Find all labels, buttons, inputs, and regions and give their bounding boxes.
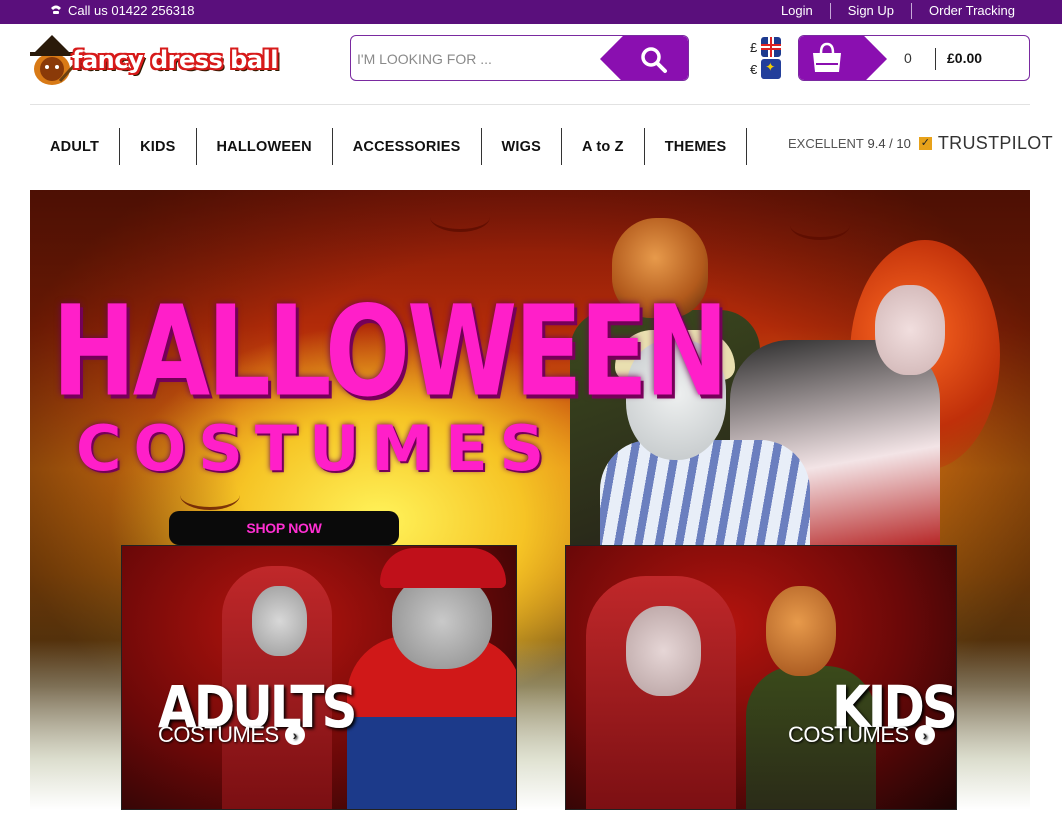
- card-subtitle: COSTUMES ›: [788, 722, 935, 748]
- card-subtitle: COSTUMES ›: [158, 722, 305, 748]
- kid-zombie-face: [626, 606, 701, 696]
- cart-total: £0.00: [947, 50, 983, 66]
- order-tracking-link[interactable]: Order Tracking: [911, 3, 1015, 19]
- hero-subtitle: COSTUMES: [76, 412, 557, 485]
- eu-flag-icon: [761, 59, 782, 79]
- trustpilot-check-icon: ✓: [918, 137, 932, 150]
- jack-o-lantern-icon: [790, 210, 850, 240]
- currency-switcher: £ €: [750, 36, 788, 82]
- site-logo[interactable]: fancy dress ball: [30, 33, 282, 91]
- chevron-right-icon: ›: [284, 725, 305, 745]
- search-button[interactable]: [600, 36, 688, 80]
- nav-item-accessories[interactable]: ACCESSORIES: [333, 128, 482, 165]
- call-us[interactable]: Call us 01422 256318: [50, 3, 195, 18]
- card-subtitle-text: COSTUMES: [158, 722, 279, 747]
- phone-number: Call us 01422 256318: [68, 3, 195, 18]
- header-divider: [30, 104, 1030, 105]
- zombie-girl-face: [875, 285, 945, 375]
- cart-widget[interactable]: 0 £0.00: [798, 35, 1030, 81]
- kids-costumes-card[interactable]: KIDS COSTUMES ›: [565, 545, 957, 810]
- hero-title: HALLOWEEN: [52, 278, 729, 425]
- card-subtitle-text: COSTUMES: [788, 722, 909, 747]
- adults-costumes-card[interactable]: ADULTS COSTUMES ›: [121, 545, 517, 810]
- currency-eur[interactable]: €: [750, 58, 788, 80]
- trustpilot-brand-b: PILOT: [999, 133, 1053, 153]
- nav-item-wigs[interactable]: WIGS: [482, 128, 562, 165]
- cart-count: 0: [904, 50, 912, 66]
- currency-symbol: €: [750, 61, 758, 77]
- nav-item-adult[interactable]: ADULT: [30, 128, 121, 165]
- hero-banner[interactable]: HALLOWEEN COSTUMES SHOP NOW ADULTS COSTU…: [30, 190, 1030, 810]
- nav-item-themes[interactable]: THEMES: [645, 128, 748, 165]
- trustpilot-rating[interactable]: EXCELLENT 9.4 / 10 ✓ TRUSTPILOT: [788, 133, 1053, 154]
- signup-link[interactable]: Sign Up: [829, 3, 911, 19]
- nav-item-kids[interactable]: KIDS: [120, 128, 197, 165]
- rating-label: EXCELLENT: [788, 136, 864, 151]
- main-nav: ADULT KIDS HALLOWEEN ACCESSORIES WIGS A …: [30, 128, 748, 165]
- red-cap: [380, 548, 506, 588]
- shopping-bag-icon: [813, 42, 841, 72]
- chevron-right-icon: ›: [914, 725, 935, 745]
- cart-divider: [935, 48, 936, 70]
- rating-score: 9.4 / 10: [867, 136, 911, 151]
- top-bar: Call us 01422 256318 Login Sign Up Order…: [0, 0, 1062, 24]
- search-input[interactable]: [357, 48, 597, 70]
- currency-symbol: £: [750, 39, 758, 55]
- currency-gbp[interactable]: £: [750, 36, 788, 58]
- shop-now-button[interactable]: SHOP NOW: [169, 511, 399, 545]
- trustpilot-logo: TRUSTPILOT: [938, 133, 1053, 154]
- kid-pumpkin-mask: [766, 586, 836, 676]
- logo-wordmark: fancy dress ball: [72, 46, 279, 74]
- trustpilot-brand-a: TRUST: [937, 133, 1000, 153]
- zombie-face: [252, 586, 307, 656]
- uk-flag-icon: [761, 37, 782, 57]
- zombie-plumber-face: [392, 574, 492, 669]
- search-icon: [641, 47, 667, 73]
- nav-item-a-to-z[interactable]: A to Z: [562, 128, 645, 165]
- jack-o-lantern-icon: [430, 202, 490, 232]
- nav-item-halloween[interactable]: HALLOWEEN: [197, 128, 333, 165]
- cart-button[interactable]: [799, 36, 887, 80]
- search-bar: [350, 35, 689, 81]
- phone-icon: [50, 3, 62, 18]
- account-links: Login Sign Up Order Tracking: [764, 3, 1015, 19]
- login-link[interactable]: Login: [764, 3, 830, 19]
